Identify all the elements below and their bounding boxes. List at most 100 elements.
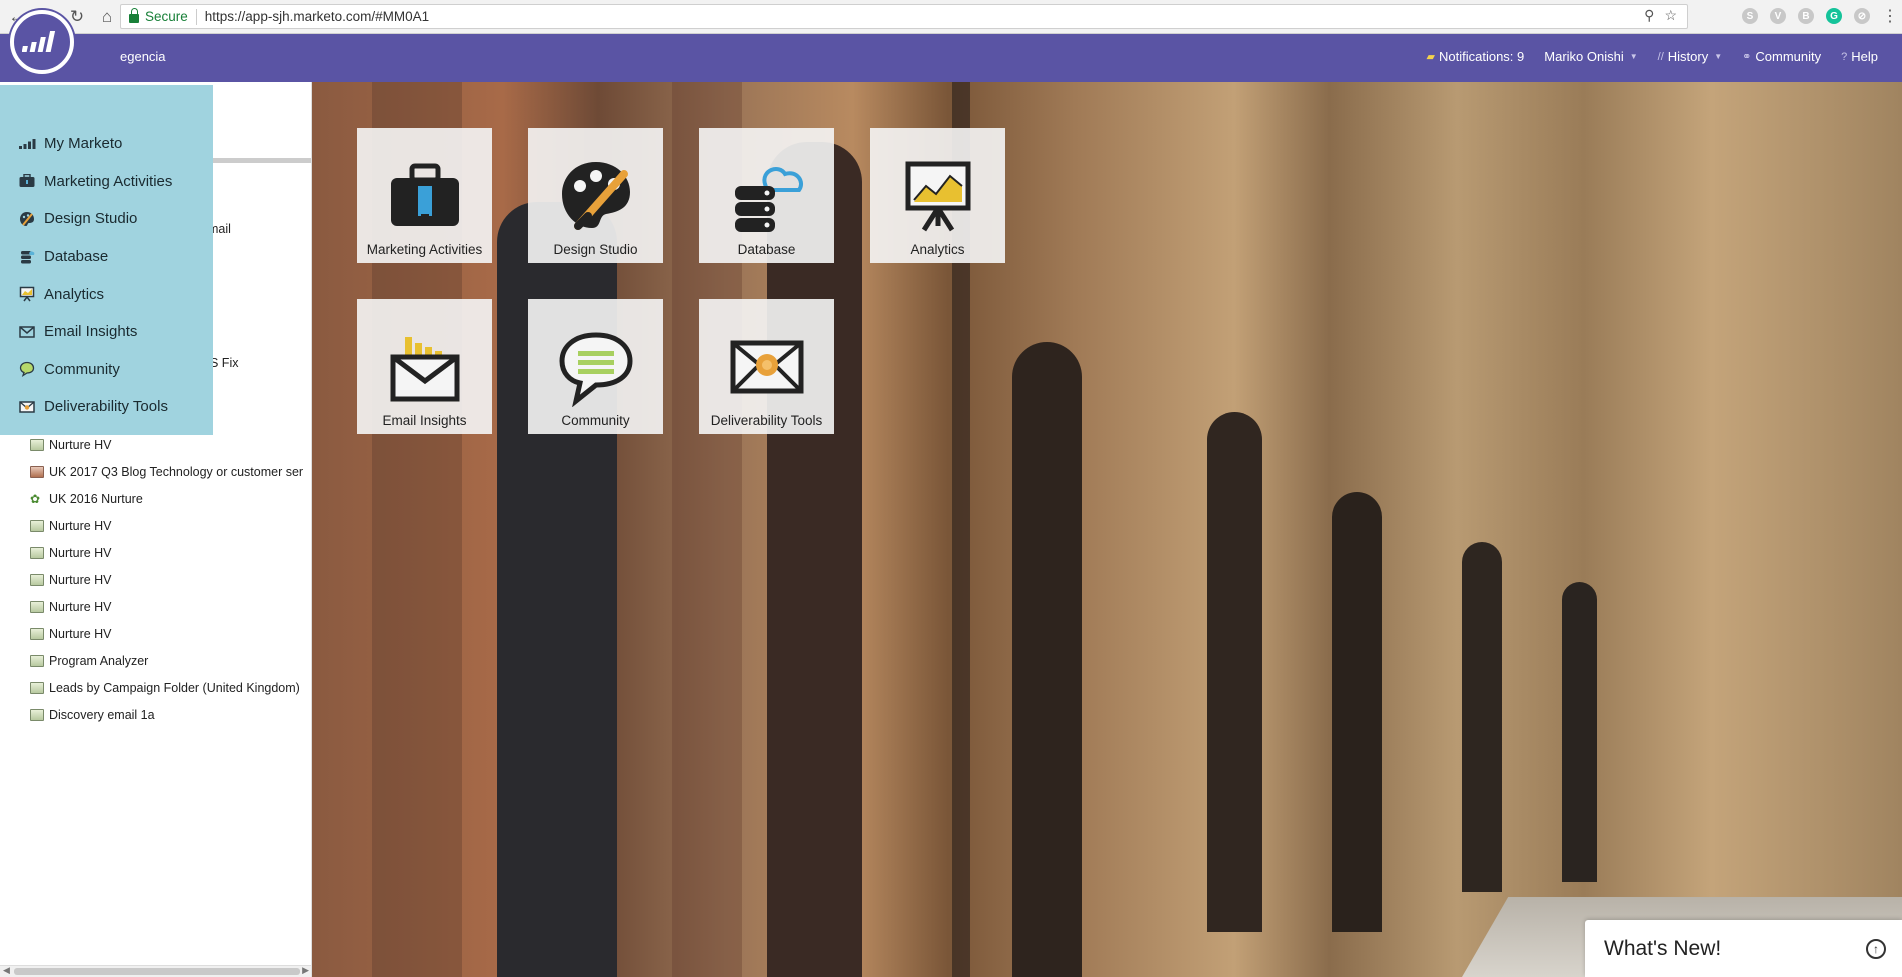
nav-community[interactable]: Community bbox=[0, 351, 213, 389]
tree-item-label: Nurture HV bbox=[49, 600, 112, 614]
tree-item[interactable]: Leads by Campaign Folder (United Kingdom… bbox=[30, 681, 300, 695]
program-icon bbox=[30, 628, 44, 640]
tile-label: Community bbox=[561, 413, 630, 428]
program-icon bbox=[30, 601, 44, 613]
history-label: History bbox=[1667, 49, 1709, 64]
lock-icon bbox=[129, 8, 139, 23]
tree-item-label: Nurture HV bbox=[49, 546, 112, 560]
nav-label: Marketing Activities bbox=[44, 172, 173, 190]
scroll-right-icon[interactable]: ▶ bbox=[302, 965, 309, 976]
tree-item[interactable]: Nurture HV bbox=[30, 627, 112, 641]
tree-partial-text: S Fix bbox=[210, 356, 239, 370]
tile-label: Deliverability Tools bbox=[710, 413, 823, 428]
b-extension-icon[interactable]: B bbox=[1798, 8, 1814, 24]
program-red-icon bbox=[30, 466, 44, 478]
nav-analytics[interactable]: Analytics bbox=[0, 275, 213, 313]
home-icon[interactable]: ⌂ bbox=[94, 4, 120, 30]
tile-label: Analytics bbox=[910, 242, 965, 257]
palette-icon bbox=[561, 162, 630, 230]
nav-my-marketo[interactable]: My Marketo bbox=[0, 125, 213, 163]
whats-new-label: What's New! bbox=[1604, 936, 1722, 960]
v-extension-icon[interactable]: V bbox=[1770, 8, 1786, 24]
user-menu[interactable]: Mariko Onishi ▼ bbox=[1544, 49, 1637, 64]
nav-email-insights[interactable]: Email Insights bbox=[0, 313, 213, 351]
nav-label: My Marketo bbox=[44, 135, 123, 153]
tree-item[interactable]: Discovery email 1a bbox=[30, 708, 155, 722]
address-bar[interactable]: Secure https://app-sjh.marketo.com/#MM0A… bbox=[120, 4, 1688, 29]
community-label: Community bbox=[1755, 49, 1822, 64]
scroll-left-icon[interactable]: ◀ bbox=[3, 965, 10, 976]
tree-item[interactable]: Nurture HV bbox=[30, 600, 112, 614]
help-icon: ? bbox=[1841, 50, 1848, 63]
skype-extension-icon[interactable]: S bbox=[1742, 8, 1758, 24]
deliverability-icon bbox=[18, 399, 36, 415]
secure-label: Secure bbox=[145, 9, 188, 24]
zoom-icon[interactable]: ⚲ bbox=[1644, 7, 1654, 24]
tile-analytics[interactable]: Analytics bbox=[870, 128, 1005, 263]
database-cloud-icon bbox=[734, 167, 803, 232]
tile-community[interactable]: Community bbox=[528, 299, 663, 434]
tile-database[interactable]: Database bbox=[699, 128, 834, 263]
nav-database[interactable]: Database bbox=[0, 238, 213, 276]
o-extension-icon[interactable]: ⊘ bbox=[1854, 8, 1870, 24]
nav-design-studio[interactable]: Design Studio bbox=[0, 200, 213, 238]
tree-item-label: Nurture HV bbox=[49, 519, 112, 533]
envelope-icon bbox=[18, 324, 36, 340]
tree-item[interactable]: ✿ UK 2016 Nurture bbox=[30, 492, 143, 506]
tree-item-label: Program Analyzer bbox=[49, 654, 149, 668]
arrow-up-circle-icon[interactable]: ↑ bbox=[1866, 939, 1886, 959]
notifications-label: Notifications: 9 bbox=[1439, 49, 1525, 64]
notification-icon: ▰ bbox=[1426, 51, 1435, 63]
nav-label: Email Insights bbox=[44, 323, 138, 341]
tree-item[interactable]: Nurture HV bbox=[30, 546, 112, 560]
database-icon bbox=[18, 249, 36, 265]
horizontal-scrollbar[interactable]: ◀ ▶ bbox=[0, 965, 311, 977]
address-divider bbox=[195, 8, 197, 25]
tree-item-label: Nurture HV bbox=[49, 438, 112, 452]
nav-label: Community bbox=[44, 360, 120, 378]
tree-item[interactable]: Nurture HV bbox=[30, 519, 112, 533]
speech-bubble-icon bbox=[558, 332, 633, 407]
chevron-down-icon: ▼ bbox=[1629, 52, 1638, 61]
url-text[interactable]: https://app-sjh.marketo.com/#MM0A1 bbox=[205, 9, 429, 24]
deliverability-envelope-icon bbox=[730, 340, 803, 394]
grammarly-extension-icon[interactable]: G bbox=[1826, 8, 1842, 24]
report-icon bbox=[30, 682, 44, 694]
help-link[interactable]: ? Help bbox=[1841, 49, 1878, 64]
briefcase-icon bbox=[390, 163, 459, 226]
nurture-tree-icon: ✿ bbox=[30, 492, 41, 506]
whats-new-panel[interactable]: What's New! ↑ bbox=[1585, 920, 1902, 977]
nav-label: Database bbox=[44, 248, 109, 266]
scrollbar-thumb[interactable] bbox=[14, 968, 300, 975]
star-icon[interactable]: ☆ bbox=[1664, 7, 1677, 24]
tree-item-label: UK 2016 Nurture bbox=[49, 492, 143, 506]
tile-marketing-activities[interactable]: Marketing Activities bbox=[357, 128, 492, 263]
tile-label: Database bbox=[737, 242, 796, 257]
nav-flyout-menu: My Marketo Marketing Activities Design S… bbox=[0, 85, 213, 435]
tile-deliverability-tools[interactable]: Deliverability Tools bbox=[699, 299, 834, 434]
tree-item[interactable]: Nurture HV bbox=[30, 573, 112, 587]
marketo-logo[interactable] bbox=[10, 10, 74, 74]
community-link[interactable]: ⚭ Community bbox=[1742, 49, 1821, 64]
history-menu[interactable]: // History ▼ bbox=[1658, 49, 1723, 64]
tree-item[interactable]: Program Analyzer bbox=[30, 654, 148, 668]
tile-email-insights[interactable]: Email Insights bbox=[357, 299, 492, 434]
nav-label: Analytics bbox=[44, 285, 105, 303]
workspace-name[interactable]: egencia bbox=[120, 49, 166, 64]
tree-item-label: UK 2017 Q3 Blog Technology or customer s… bbox=[49, 465, 304, 479]
tree-item[interactable]: UK 2017 Q3 Blog Technology or customer s… bbox=[30, 465, 303, 479]
nav-marketing-activities[interactable]: Marketing Activities bbox=[0, 163, 213, 201]
chevron-down-icon: ▼ bbox=[1714, 52, 1723, 61]
program-icon bbox=[30, 439, 44, 451]
analytics-board-icon bbox=[905, 161, 970, 232]
tree-item-label: Leads by Campaign Folder (United Kingdom… bbox=[49, 681, 300, 695]
tree-item[interactable]: Nurture HV bbox=[30, 438, 112, 452]
tile-design-studio[interactable]: Design Studio bbox=[528, 128, 663, 263]
nav-label: Design Studio bbox=[44, 210, 138, 228]
app-header: egencia ▰ Notifications: 9 Mariko Onishi… bbox=[0, 34, 1902, 82]
marketo-bars-icon bbox=[22, 31, 56, 52]
nav-deliverability-tools[interactable]: Deliverability Tools bbox=[0, 388, 213, 426]
browser-menu-icon[interactable]: ⋮ bbox=[1882, 6, 1898, 26]
notifications-link[interactable]: ▰ Notifications: 9 bbox=[1427, 49, 1525, 64]
my-marketo-icon bbox=[18, 136, 36, 152]
